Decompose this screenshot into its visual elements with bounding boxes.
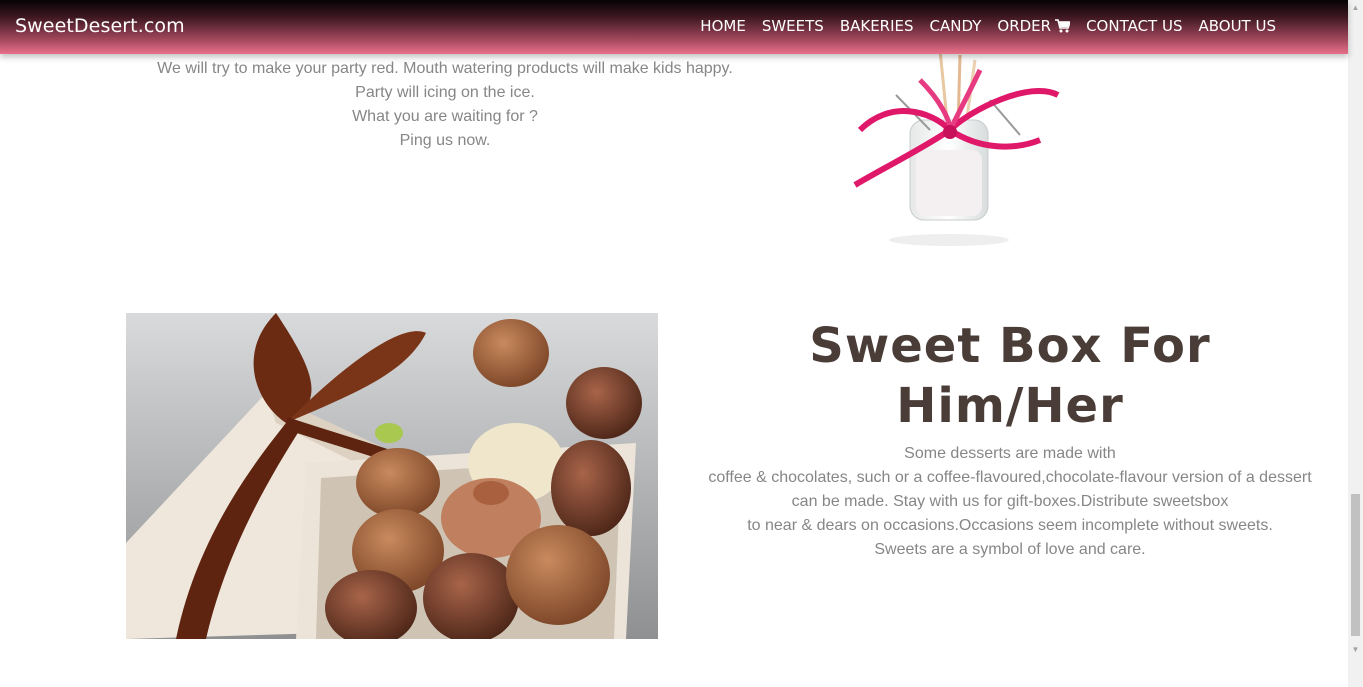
party-line-4: Ping us now. xyxy=(399,132,491,149)
nav-menu: HOME SWEETS BAKERIES CANDY ORDER CONTACT… xyxy=(700,17,1276,35)
scroll-up-arrow-icon[interactable]: ▲ xyxy=(1348,0,1363,15)
sweet-box-line-1: Some desserts are made with xyxy=(904,445,1116,462)
candy-jar-image xyxy=(800,40,1096,250)
party-line-2: Party will icing on the ice. xyxy=(355,84,535,101)
scroll-down-arrow-icon[interactable]: ▼ xyxy=(1348,642,1363,657)
nav-contact-label: CONTACT US xyxy=(1086,17,1183,35)
nav-candy[interactable]: CANDY xyxy=(930,17,982,35)
chocolate-box-image xyxy=(126,313,658,639)
nav-sweets-label: SWEETS xyxy=(761,17,824,35)
nav-candy-label: CANDY xyxy=(929,17,982,35)
nav-about-label: ABOUT US xyxy=(1198,17,1276,35)
nav-contact[interactable]: CONTACT US xyxy=(1086,17,1182,35)
vertical-scrollbar[interactable]: ▲ ▼ xyxy=(1348,0,1363,687)
sweet-box-line-5: Sweets are a symbol of love and care. xyxy=(874,541,1146,558)
nav-bakeries[interactable]: BAKERIES xyxy=(840,17,914,35)
nav-about[interactable]: ABOUT US xyxy=(1198,17,1276,35)
nav-home-label: HOME xyxy=(700,17,746,35)
navbar: SweetDesert.com HOME SWEETS BAKERIES CAN… xyxy=(0,0,1348,54)
party-line-1: We will try to make your party red. Mout… xyxy=(157,60,733,77)
nav-sweets[interactable]: SWEETS xyxy=(762,17,824,35)
party-description: We will try to make your party red. Mout… xyxy=(145,57,745,153)
cart-icon xyxy=(1055,19,1072,33)
sweet-box-line-2: coffee & chocolates, such or a coffee-fl… xyxy=(708,469,1312,486)
brand-logo[interactable]: SweetDesert.com xyxy=(15,15,185,37)
nav-order[interactable]: ORDER xyxy=(997,17,1072,35)
sweet-box-title: Sweet Box For Him/Her xyxy=(809,318,1211,434)
sweet-box-description: Some desserts are made with coffee & cho… xyxy=(700,442,1320,562)
sweet-box-line-4: to near & dears on occasions.Occasions s… xyxy=(747,517,1273,534)
nav-home[interactable]: HOME xyxy=(700,17,746,35)
sweet-box-line-3: can be made. Stay with us for gift-boxes… xyxy=(791,493,1229,510)
nav-bakeries-label: BAKERIES xyxy=(839,17,914,35)
nav-order-label: ORDER xyxy=(997,17,1052,35)
party-line-3: What you are waiting for ? xyxy=(352,108,538,125)
scrollbar-thumb[interactable] xyxy=(1351,494,1360,636)
